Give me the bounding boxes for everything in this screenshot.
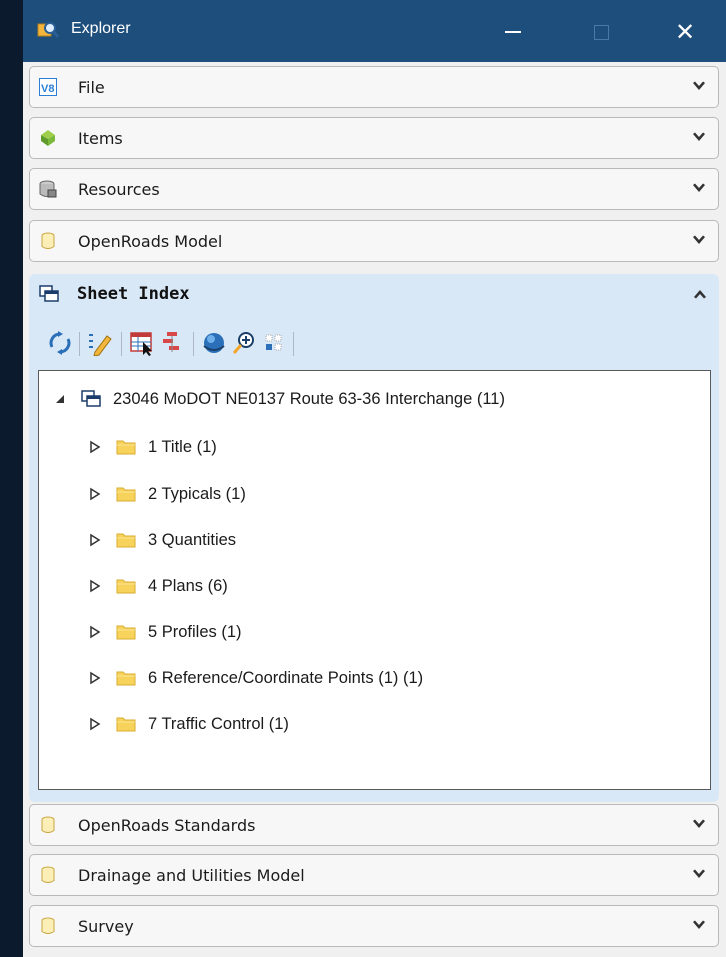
maximize-icon — [593, 24, 609, 40]
tree-node-label: 2 Typicals (1) — [148, 484, 246, 503]
explorer-icon — [37, 22, 59, 38]
folder-icon — [116, 579, 136, 594]
expand-triangle-icon[interactable] — [88, 579, 102, 593]
minimize-button[interactable] — [493, 12, 533, 52]
refresh-icon[interactable] — [47, 330, 73, 356]
tree-node-typicals[interactable]: 2 Typicals (1) — [88, 482, 246, 506]
svg-text:V8: V8 — [41, 83, 54, 95]
section-label: OpenRoads Standards — [78, 816, 256, 835]
close-icon: ✕ — [674, 18, 696, 46]
tree-node-label: 6 Reference/Coordinate Points (1) (1) — [148, 668, 424, 687]
section-file[interactable]: V8 File — [29, 66, 719, 108]
section-title[interactable]: Sheet Index — [77, 284, 190, 304]
sheet-index-icon[interactable] — [39, 285, 59, 303]
toolbar-separator — [79, 332, 80, 356]
globe-icon[interactable] — [201, 330, 227, 356]
explorer-panel: V8 File Items Resources OpenRoads Model — [23, 62, 726, 957]
section-resources[interactable]: Resources — [29, 168, 719, 210]
zoom-icon[interactable] — [231, 330, 257, 356]
section-sheet-index: Sheet Index 23046 MoDOT NE0137 Route 63-… — [29, 274, 719, 802]
tree-node-label: 23046 MoDOT NE0137 Route 63-36 Interchan… — [113, 389, 505, 408]
chevron-up-icon[interactable] — [693, 287, 707, 299]
section-label: Resources — [78, 180, 160, 199]
section-label: File — [78, 78, 105, 97]
maximize-button[interactable] — [581, 12, 621, 52]
section-label: Items — [78, 129, 123, 148]
toolbar-separator — [193, 332, 194, 356]
resources-db-icon — [39, 180, 57, 198]
v8-file-icon: V8 — [39, 78, 57, 96]
toolbar-separator — [121, 332, 122, 356]
section-label: Survey — [78, 917, 134, 936]
section-openroads-model[interactable]: OpenRoads Model — [29, 220, 719, 262]
expand-triangle-icon[interactable] — [88, 625, 102, 639]
toolbar-separator — [293, 332, 294, 356]
section-survey[interactable]: Survey — [29, 905, 719, 947]
cylinder-icon — [41, 232, 55, 249]
expand-triangle-icon[interactable] — [88, 717, 102, 731]
tree-node-label: 3 Quantities — [148, 530, 237, 549]
tree-node-reference-points[interactable]: 6 Reference/Coordinate Points (1) (1) — [88, 666, 423, 690]
chevron-down-icon — [693, 235, 705, 244]
section-label: OpenRoads Model — [78, 232, 223, 251]
folder-icon — [116, 671, 136, 686]
collapse-triangle-icon[interactable] — [53, 392, 67, 406]
tree-node-label: 5 Profiles (1) — [148, 622, 242, 641]
section-drainage-utilities[interactable]: Drainage and Utilities Model — [29, 854, 719, 896]
tree-node-profiles[interactable]: 5 Profiles (1) — [88, 620, 242, 644]
tree-node-plans[interactable]: 4 Plans (6) — [88, 574, 228, 598]
grid-icon[interactable] — [261, 330, 287, 356]
tree-node-traffic-control[interactable]: 7 Traffic Control (1) — [88, 712, 289, 736]
chevron-down-icon — [693, 132, 705, 141]
folder-icon — [116, 440, 136, 455]
expand-triangle-icon[interactable] — [88, 671, 102, 685]
cylinder-icon — [41, 917, 55, 934]
window-title: Explorer — [71, 20, 131, 37]
folder-icon — [116, 625, 136, 640]
tree-icon[interactable] — [159, 330, 185, 356]
sheet-index-icon — [81, 390, 101, 407]
chevron-down-icon — [693, 920, 705, 929]
tree-node-label: 4 Plans (6) — [148, 576, 228, 595]
minimize-icon — [505, 31, 521, 33]
section-openroads-standards[interactable]: OpenRoads Standards — [29, 804, 719, 846]
folder-icon — [116, 533, 136, 548]
close-button[interactable]: ✕ — [665, 12, 705, 52]
chevron-down-icon — [693, 819, 705, 828]
section-items[interactable]: Items — [29, 117, 719, 159]
window-title-bar: Explorer ✕ — [23, 0, 726, 62]
expand-triangle-icon[interactable] — [88, 533, 102, 547]
tree-node-quantities[interactable]: 3 Quantities — [88, 528, 236, 552]
tree-node-label: 1 Title (1) — [148, 437, 217, 456]
chevron-down-icon — [693, 81, 705, 90]
folder-icon — [116, 717, 136, 732]
sheet-index-toolbar — [43, 326, 423, 360]
section-label: Drainage and Utilities Model — [78, 866, 305, 885]
sheet-index-tree[interactable]: 23046 MoDOT NE0137 Route 63-36 Interchan… — [38, 370, 711, 790]
table-select-icon[interactable] — [129, 330, 155, 356]
chevron-down-icon — [693, 869, 705, 878]
cylinder-icon — [41, 866, 55, 883]
tree-root[interactable]: 23046 MoDOT NE0137 Route 63-36 Interchan… — [53, 387, 505, 411]
chevron-down-icon — [693, 183, 705, 192]
expand-triangle-icon[interactable] — [88, 440, 102, 454]
expand-triangle-icon[interactable] — [88, 487, 102, 501]
tree-node-title[interactable]: 1 Title (1) — [88, 435, 217, 459]
edit-properties-icon[interactable] — [87, 330, 113, 356]
items-gem-icon — [41, 130, 55, 146]
folder-icon — [116, 487, 136, 502]
tree-node-label: 7 Traffic Control (1) — [148, 714, 289, 733]
cylinder-icon — [41, 816, 55, 833]
